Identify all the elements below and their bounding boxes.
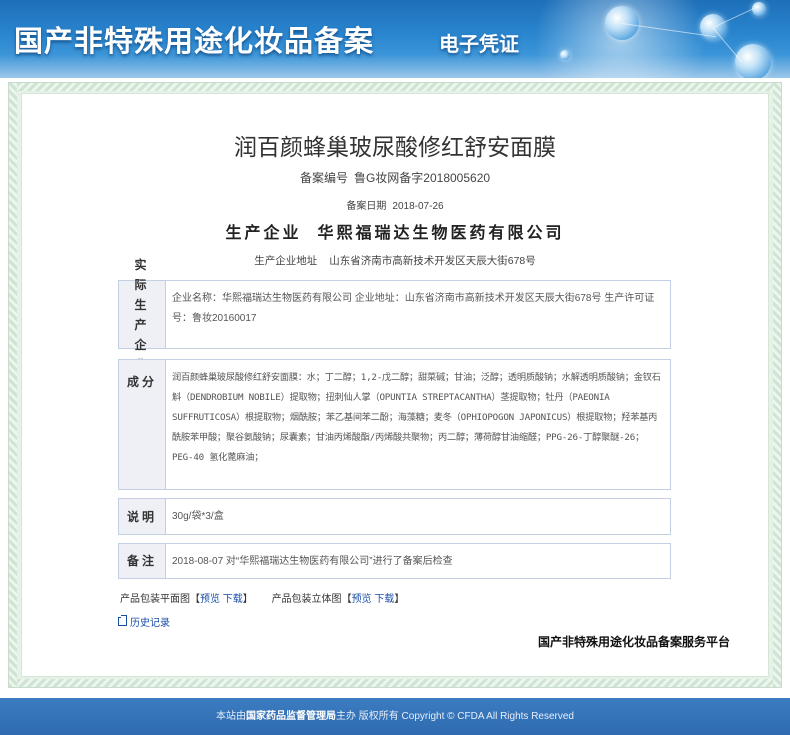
external-link-icon (118, 615, 127, 626)
notes-section-label: 说明 (119, 499, 166, 534)
stereo-download-link[interactable]: 下载 (374, 594, 394, 605)
history-link-label[interactable]: 历史记录 (130, 614, 170, 629)
header-banner: 国产非特殊用途化妆品备案 电子凭证 (0, 0, 790, 78)
flat-package-image-group: 产品包装平面图【预览 下载】 (120, 594, 256, 605)
flat-download-link[interactable]: 下载 (223, 594, 243, 605)
registration-number: 鲁G妆网备字2018005620 (353, 171, 491, 185)
registration-date-row: 备案日期 2018-07-26 (0, 197, 790, 212)
ingredients-section-label: 成分 (119, 360, 166, 489)
bracket-open: 【 (190, 594, 200, 605)
bracket-close: 】 (394, 594, 405, 605)
date-label: 备案日期 (346, 201, 387, 212)
stereo-package-label: 产品包装立体图 (271, 594, 342, 605)
remarks-section-label: 备注 (119, 544, 166, 578)
frame-border-bottom (9, 679, 781, 687)
notes-section-content: 30g/袋*3/盒 (172, 511, 224, 522)
remarks-section-content: 2018-08-07 对“华熙福瑞达生物医药有限公司”进行了备案后检查 (172, 556, 453, 567)
registration-date: 2018-07-26 (392, 201, 444, 212)
enterprise-section-label: 实际生产企业 (119, 258, 166, 372)
footer-prefix: 本站由 (216, 711, 246, 722)
stereo-preview-link[interactable]: 预览 (352, 594, 372, 605)
history-link[interactable]: 历史记录 (118, 614, 170, 629)
flat-preview-link[interactable]: 预览 (200, 594, 220, 605)
address-row: 生产企业地址 山东省济南市高新技术开发区天辰大街678号 (0, 253, 790, 268)
platform-name: 国产非特殊用途化妆品备案服务平台 (538, 635, 731, 649)
enterprise-section: 实际生产企业 企业名称：华熙福瑞达生物医药有限公司 企业地址：山东省济南市高新技… (118, 258, 671, 372)
manufacturer-row: 生产企业 华熙福瑞达生物医药有限公司 (0, 219, 790, 243)
remarks-section: 备注 2018-08-07 对“华熙福瑞达生物医药有限公司”进行了备案后检查 (118, 543, 671, 579)
frame-border-top (9, 83, 781, 91)
manufacturer-address: 山东省济南市高新技术开发区天辰大街678号 (329, 255, 536, 267)
ingredients-section-content: 润百颜蜂巢玻尿酸修红舒安面膜：水；丁二醇；1,2-戊二醇；甜菜碱；甘油；泛醇；透… (172, 372, 661, 463)
bracket-open: 【 (341, 594, 352, 605)
bracket-close: 】 (242, 594, 253, 605)
banner-subtitle: 电子凭证 (439, 32, 519, 56)
address-label: 生产企业地址 (254, 255, 318, 267)
manufacturer-label: 生产企业 (225, 223, 302, 242)
ingredients-section: 成分 润百颜蜂巢玻尿酸修红舒安面膜：水；丁二醇；1,2-戊二醇；甜菜碱；甘油；泛… (118, 359, 671, 490)
registration-number-row: 备案编号 鲁G妆网备字2018005620 (0, 169, 790, 186)
banner-title: 国产非特殊用途化妆品备案 (14, 24, 375, 58)
footer-suffix: 主办 版权所有 Copyright © CFDA All Rights Rese… (336, 711, 574, 722)
molecule-bubble (560, 50, 570, 60)
product-name: 润百颜蜂巢玻尿酸修红舒安面膜 (234, 135, 556, 161)
footer-org: 国家药品监督管理局 (246, 711, 336, 722)
stereo-package-image-group: 产品包装立体图【预览 下载】 (272, 594, 405, 605)
enterprise-section-content: 企业名称：华熙福瑞达生物医药有限公司 企业地址：山东省济南市高新技术开发区天辰大… (172, 293, 655, 324)
registration-label: 备案编号 (299, 171, 348, 185)
notes-section: 说明 30g/袋*3/盒 (118, 498, 671, 535)
flat-package-label: 产品包装平面图 (120, 594, 190, 605)
package-images-row: 产品包装平面图【预览 下载】 产品包装立体图【预览 下载】 (120, 590, 420, 605)
manufacturer-name: 华熙福瑞达生物医药有限公司 (317, 223, 565, 242)
footer: 本站由国家药品监督管理局主办 版权所有 Copyright © CFDA All… (0, 698, 790, 735)
